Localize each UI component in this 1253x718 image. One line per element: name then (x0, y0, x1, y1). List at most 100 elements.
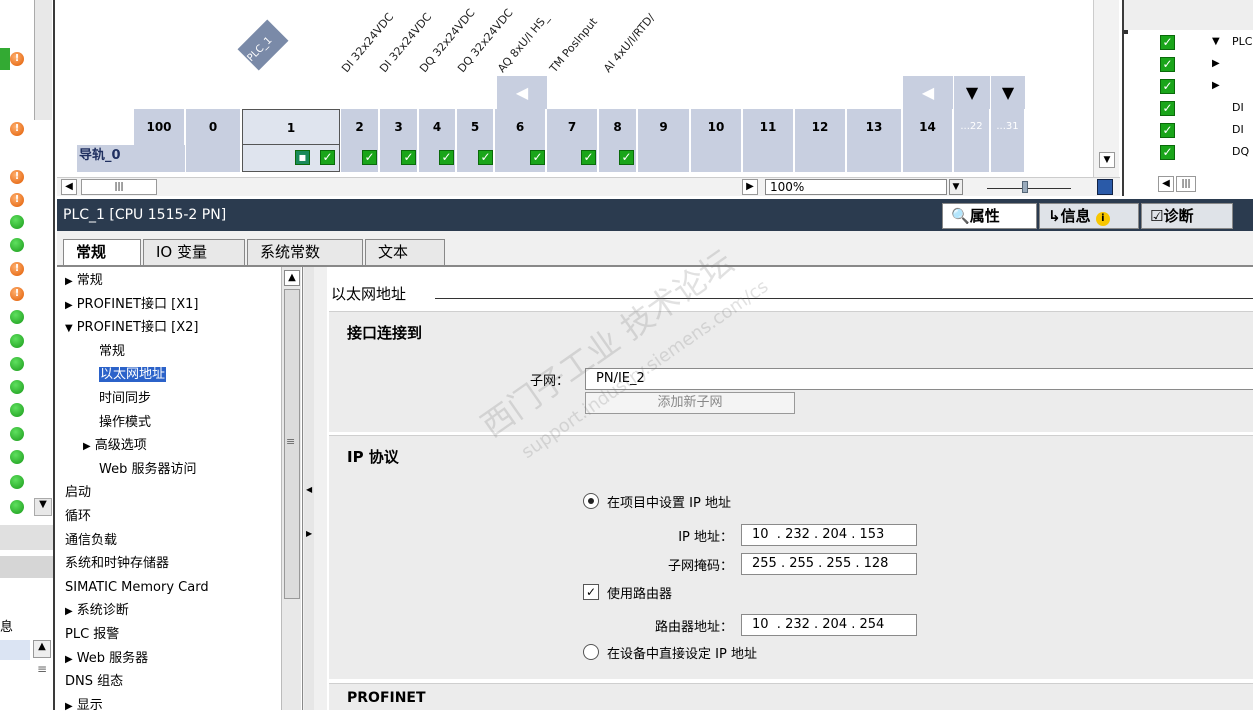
nav-item[interactable]: PLC 报警 (65, 623, 119, 646)
nav-item[interactable]: SIMATIC Memory Card (65, 576, 209, 599)
slot-header[interactable]: 13 (847, 109, 902, 145)
subnet-mask-field[interactable]: 255 . 255 . 255 . 128 (741, 553, 917, 575)
nav-item[interactable]: 以太网地址 (99, 363, 167, 386)
ip-address-field[interactable]: 10 . 232 . 204 . 153 (741, 524, 917, 546)
slot-header[interactable]: 0 (186, 109, 241, 145)
zoom-slider[interactable] (987, 188, 1071, 189)
menu-icon[interactable]: ≡ (33, 662, 51, 680)
expand-down-icon[interactable]: ▼ (954, 76, 990, 109)
scroll-right-icon[interactable]: ▶ (742, 179, 758, 195)
scrollbar[interactable] (34, 0, 52, 120)
subnet-select[interactable]: PN/IE_2 (585, 368, 1253, 390)
list-row[interactable] (0, 640, 30, 660)
expand-icon[interactable]: ▶ (65, 606, 73, 617)
slot-header[interactable]: 10 (691, 109, 742, 145)
slot-header[interactable]: 3 (380, 109, 418, 145)
nav-item[interactable]: ▶ PROFINET接口 [X1] (65, 293, 198, 316)
slot-cell[interactable] (903, 145, 953, 172)
slot-header[interactable]: 12 (795, 109, 846, 145)
scroll-left-icon[interactable]: ◀ (903, 76, 953, 109)
slot-header[interactable]: 100 (134, 109, 185, 145)
chevron-down-icon[interactable]: ▼ (1099, 152, 1115, 168)
nav-item[interactable]: Web 服务器访问 (99, 458, 196, 481)
expand-icon[interactable]: ▶ (65, 701, 73, 712)
slot-cell[interactable] (847, 145, 902, 172)
zoom-select[interactable]: 100% (765, 179, 947, 195)
slot-cell[interactable] (691, 145, 742, 172)
expand-icon[interactable]: ▶ (1212, 58, 1220, 69)
expand-icon[interactable] (1124, 30, 1128, 34)
router-address-field[interactable]: 10 . 232 . 204 . 254 (741, 614, 917, 636)
subtab[interactable]: 文本 (365, 239, 445, 265)
nav-item[interactable]: 通信负载 (65, 529, 117, 552)
slot-header[interactable]: 9 (638, 109, 690, 145)
zoom-slider-handle[interactable] (1022, 181, 1028, 193)
slot-cell[interactable] (795, 145, 846, 172)
nav-item[interactable]: ▶ 常规 (65, 269, 103, 292)
subtab[interactable]: 系统常数 (247, 239, 363, 265)
nav-item[interactable]: 时间同步 (99, 387, 151, 410)
module-label[interactable]: AI 4xU/I/RTD/ (601, 11, 657, 75)
horizontal-scrollbar[interactable]: ||| (81, 179, 157, 195)
tab-properties[interactable]: 🔍属性 (942, 203, 1037, 229)
slot-header[interactable]: ...22 (954, 109, 990, 145)
add-subnet-button[interactable]: 添加新子网 (585, 392, 795, 414)
tab-diagnostics[interactable]: ☑诊断 (1141, 203, 1233, 229)
slot-header[interactable]: 14 (903, 109, 953, 145)
nav-item[interactable]: 启动 (65, 481, 91, 504)
nav-item[interactable]: ▶ 高级选项 (83, 434, 147, 457)
scroll-up-icon[interactable]: ▲ (33, 640, 51, 658)
radio-device[interactable] (583, 644, 599, 660)
overview-icon[interactable] (1097, 179, 1113, 195)
collapse-icon[interactable]: ▼ (65, 323, 73, 334)
slot-header[interactable]: 11 (743, 109, 794, 145)
subtab[interactable]: 常规 (63, 239, 141, 265)
splitter[interactable]: ◀ ▶ (304, 267, 314, 710)
nav-item[interactable]: 常规 (99, 340, 125, 363)
scroll-left-icon[interactable]: ◀ (1158, 176, 1174, 192)
slot-cell[interactable] (991, 145, 1025, 172)
collapse-left-icon[interactable]: ◀ (306, 485, 312, 494)
slot-cell[interactable] (954, 145, 990, 172)
nav-item[interactable]: DNS 组态 (65, 670, 123, 693)
slot-cell[interactable] (638, 145, 690, 172)
slot-header[interactable]: 2 (341, 109, 379, 145)
scroll-left-icon[interactable]: ◀ (497, 76, 547, 109)
expand-icon[interactable]: ▶ (1212, 80, 1220, 91)
slot-header[interactable]: 7 (547, 109, 598, 145)
nav-item[interactable]: 操作模式 (99, 411, 151, 434)
expand-icon[interactable]: ▶ (65, 654, 73, 665)
nav-item[interactable]: ▼ PROFINET接口 [X2] (65, 316, 198, 339)
collapse-right-icon[interactable]: ▶ (306, 529, 312, 538)
expand-icon[interactable]: ▶ (65, 300, 73, 311)
nav-item[interactable]: ▶ 系统诊断 (65, 599, 129, 622)
slot-header[interactable]: 8 (599, 109, 637, 145)
vertical-scrollbar[interactable]: ▼ (1093, 0, 1119, 177)
expand-down-icon[interactable]: ▼ (991, 76, 1025, 109)
router-checkbox[interactable]: ✓ (583, 584, 599, 600)
radio-project[interactable] (583, 493, 599, 509)
expand-icon[interactable]: ▶ (83, 441, 91, 452)
module-label[interactable]: TM PosInput (547, 15, 600, 75)
tab-info[interactable]: ↳信息 i (1039, 203, 1139, 229)
collapse-icon[interactable]: ▼ (1212, 36, 1220, 47)
chevron-down-icon[interactable]: ▼ (949, 179, 963, 195)
slot-header[interactable]: 4 (419, 109, 456, 145)
chevron-down-icon[interactable]: ▼ (34, 498, 52, 516)
expand-icon[interactable]: ▶ (65, 276, 73, 287)
nav-item[interactable]: 系统和时钟存储器 (65, 552, 169, 575)
nav-item[interactable]: ▶ 显示 (65, 694, 103, 717)
subtab[interactable]: IO 变量 (143, 239, 245, 265)
scroll-left-icon[interactable]: ◀ (61, 179, 77, 195)
slot-header[interactable]: 1 (242, 109, 340, 145)
nav-item[interactable]: 循环 (65, 505, 91, 528)
scroll-up-icon[interactable]: ▲ (284, 270, 300, 286)
nav-scrollbar[interactable]: ▲ ≡ (281, 267, 301, 710)
slot-header[interactable]: 5 (457, 109, 494, 145)
slot-header[interactable]: 6 (495, 109, 546, 145)
slot-header[interactable]: ...31 (991, 109, 1025, 145)
horizontal-scrollbar[interactable]: ||| (1176, 176, 1196, 192)
slot-cell[interactable] (743, 145, 794, 172)
slot-cell[interactable] (186, 145, 241, 172)
nav-item[interactable]: ▶ Web 服务器 (65, 647, 148, 670)
